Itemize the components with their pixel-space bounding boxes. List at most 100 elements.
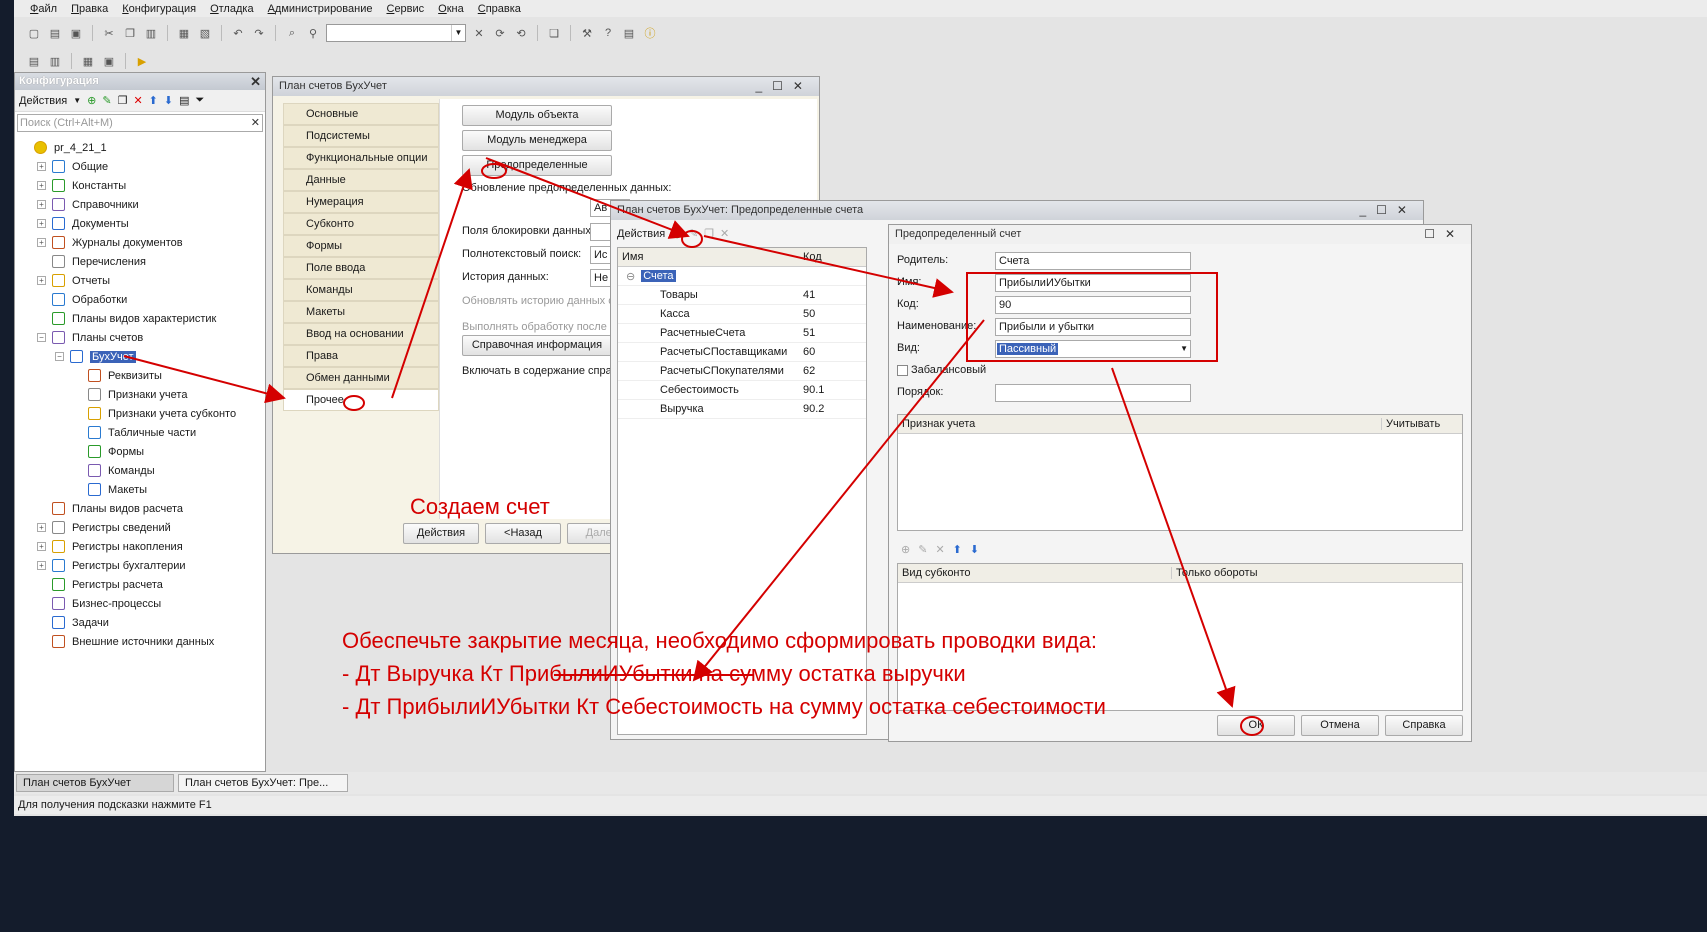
run-icon[interactable]: ▶ [134, 53, 150, 69]
ok-button[interactable]: ОК [1217, 715, 1295, 736]
task-plan[interactable]: План счетов БухУчет [16, 774, 174, 792]
find-icon[interactable]: ⌕ [284, 25, 300, 41]
db-icon[interactable]: ▥ [47, 53, 63, 69]
account-row[interactable]: РасчетныеСчета 51 [618, 324, 866, 343]
actions-button[interactable]: Действия [403, 523, 479, 544]
copy-icon[interactable]: ❐ [122, 25, 138, 41]
move-down-icon[interactable]: ⬇ [164, 94, 173, 107]
back-button[interactable]: <Назад [485, 523, 561, 544]
tree-item[interactable]: Обработки [15, 290, 265, 309]
delete-icon[interactable]: ✕ [133, 94, 142, 107]
grid-root-row[interactable]: ⊖ Счета [618, 267, 866, 286]
actions-menu[interactable]: Действия [617, 228, 665, 240]
add-icon[interactable]: ⊕ [671, 225, 683, 242]
tools-icon[interactable]: ⚒ [579, 25, 595, 41]
expand-icon[interactable]: + [37, 523, 46, 532]
tab-item[interactable]: Данные [283, 169, 439, 191]
edit-icon[interactable]: ✎ [102, 94, 111, 107]
tree-item[interactable]: Задачи [15, 613, 265, 632]
account-row[interactable]: РасчетыСПокупателями 62 [618, 362, 866, 381]
tab-item[interactable]: Команды [283, 279, 439, 301]
offbalance-checkbox[interactable]: Забалансовый [897, 364, 986, 376]
tree-item[interactable]: + Журналы документов [15, 233, 265, 252]
clear-icon[interactable]: ✕ [251, 115, 260, 131]
tree-item[interactable]: + Регистры бухгалтерии [15, 556, 265, 575]
account-row[interactable]: Выручка 90.2 [618, 400, 866, 419]
open-folder-icon[interactable]: ▤ [47, 25, 63, 41]
preview-icon[interactable]: ▧ [197, 25, 213, 41]
expand-icon[interactable]: + [37, 276, 46, 285]
tree-item[interactable]: pr_4_21_1 [15, 138, 265, 157]
tab-item[interactable]: Субконто [283, 213, 439, 235]
new-file-icon[interactable]: ▢ [26, 25, 42, 41]
expand-icon[interactable]: + [37, 219, 46, 228]
manager-module-button[interactable]: Модуль менеджера [462, 130, 612, 151]
menu-admin[interactable]: Администрирование [268, 3, 373, 15]
delete-icon[interactable]: ✕ [720, 227, 729, 240]
copy-icon[interactable]: ❐ [118, 94, 128, 107]
expand-icon[interactable]: + [37, 181, 46, 190]
window-controls[interactable]: ☐✕ [1424, 225, 1465, 244]
tab-item[interactable]: Нумерация [283, 191, 439, 213]
print-icon[interactable]: ▦ [176, 25, 192, 41]
actions-menu[interactable]: Действия [19, 95, 67, 107]
expand-icon[interactable]: + [37, 238, 46, 247]
delete-icon[interactable]: ✕ [935, 543, 944, 556]
tree-item[interactable]: Табличные части [15, 423, 265, 442]
task-predefined[interactable]: План счетов БухУчет: Пре... [178, 774, 348, 792]
menu-file[interactable]: Файл [30, 3, 57, 15]
edit-icon[interactable]: ✎ [918, 543, 927, 556]
expand-icon[interactable]: + [37, 561, 46, 570]
object-module-button[interactable]: Модуль объекта [462, 105, 612, 126]
tree-item[interactable]: + Отчеты [15, 271, 265, 290]
move-up-icon[interactable]: ⬆ [149, 94, 158, 107]
paste-icon[interactable]: ▥ [143, 25, 159, 41]
expand-icon[interactable]: + [37, 162, 46, 171]
tree-item[interactable]: Признаки учета [15, 385, 265, 404]
expand-icon[interactable]: + [37, 200, 46, 209]
tab-item[interactable]: Прочее [283, 389, 439, 411]
save-icon[interactable]: ▣ [68, 25, 84, 41]
menu-debug[interactable]: Отладка [210, 3, 254, 15]
tree-item[interactable]: + Документы [15, 214, 265, 233]
tab-item[interactable]: Поле ввода [283, 257, 439, 279]
undo-icon[interactable]: ↶ [230, 25, 246, 41]
order-field[interactable] [995, 384, 1191, 402]
account-row[interactable]: Товары 41 [618, 286, 866, 305]
tree-item[interactable]: Признаки учета субконто [15, 404, 265, 423]
search-icon[interactable]: ⚲ [305, 25, 321, 41]
add-icon[interactable]: ⊕ [87, 94, 96, 107]
move-down-icon[interactable]: ⬇ [970, 543, 979, 556]
tab-item[interactable]: Функциональные опции [283, 147, 439, 169]
menu-edit[interactable]: Правка [71, 3, 108, 15]
tab-item[interactable]: Обмен данными [283, 367, 439, 389]
config-icon[interactable]: ▤ [26, 53, 42, 69]
tree-item[interactable]: Регистры расчета [15, 575, 265, 594]
menu-help[interactable]: Справка [478, 3, 521, 15]
tree-item[interactable]: − БухУчет [15, 347, 265, 366]
search-combo[interactable]: ▼ [326, 24, 466, 42]
tree-item[interactable]: + Общие [15, 157, 265, 176]
parent-field[interactable]: Счета [995, 252, 1191, 270]
tab-item[interactable]: Макеты [283, 301, 439, 323]
tree-item[interactable]: Бизнес-процессы [15, 594, 265, 613]
list-icon[interactable]: ▤ [179, 94, 189, 107]
book-icon[interactable]: ▤ [621, 25, 637, 41]
tab-item[interactable]: Подсистемы [283, 125, 439, 147]
tree-item[interactable]: − Планы счетов [15, 328, 265, 347]
predefined-button[interactable]: Предопределенные [462, 155, 612, 176]
cancel-button[interactable]: Отмена [1301, 715, 1379, 736]
close-icon[interactable]: ✕ [250, 73, 261, 90]
search-input[interactable]: Поиск (Ctrl+Alt+M) ✕ [17, 114, 263, 132]
account-row[interactable]: Касса 50 [618, 305, 866, 324]
tree-item[interactable]: Макеты [15, 480, 265, 499]
tree-item[interactable]: Планы видов характеристик [15, 309, 265, 328]
tab-item[interactable]: Формы [283, 235, 439, 257]
redo-icon[interactable]: ↷ [251, 25, 267, 41]
tree-item[interactable]: Внешние источники данных [15, 632, 265, 651]
compare-icon[interactable]: ▦ [80, 53, 96, 69]
tab-item[interactable]: Основные [283, 103, 439, 125]
chevron-down-icon[interactable]: ▼ [451, 25, 465, 41]
menu-service[interactable]: Сервис [386, 3, 424, 15]
tree-item[interactable]: Планы видов расчета [15, 499, 265, 518]
